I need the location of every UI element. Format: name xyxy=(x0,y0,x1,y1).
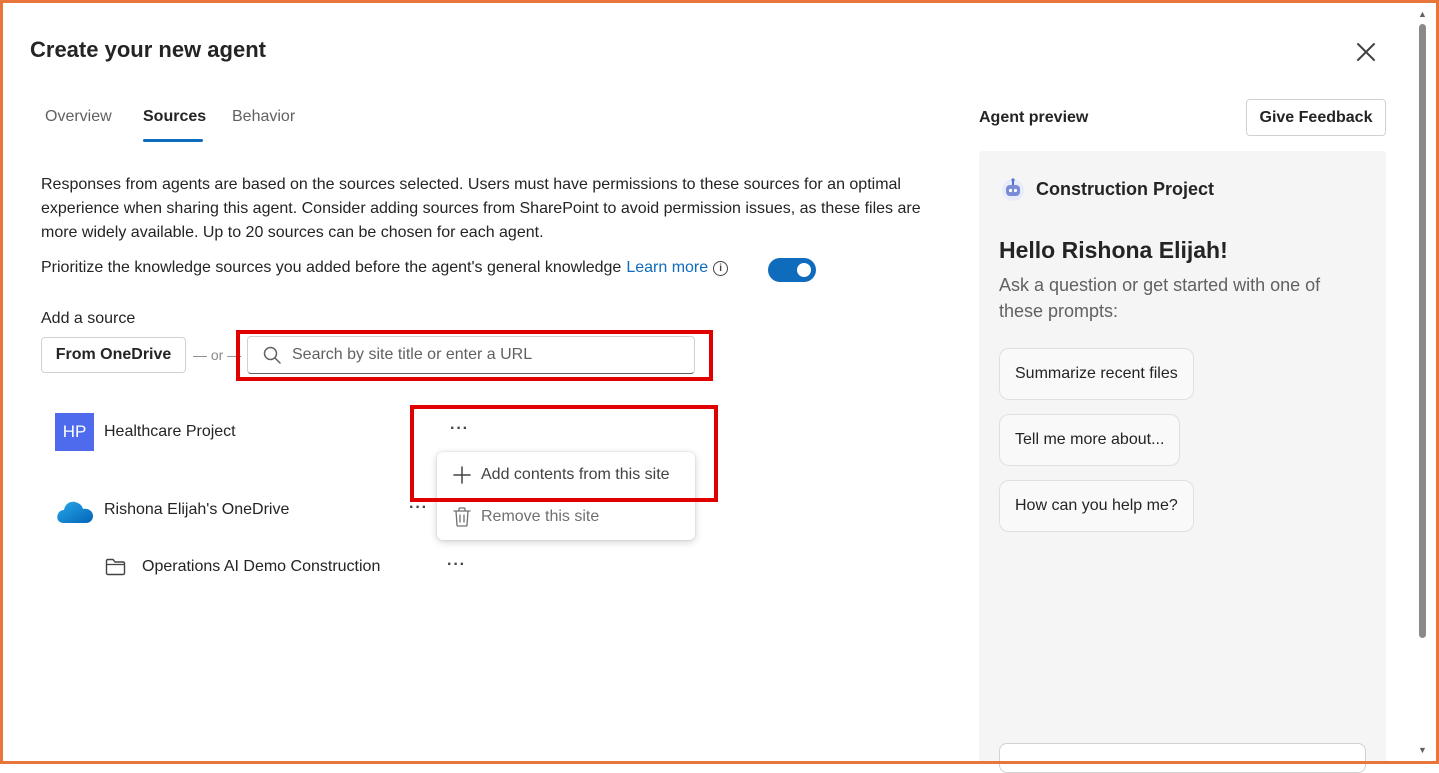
prompt-suggestion[interactable]: How can you help me? xyxy=(999,480,1194,532)
tab-sources[interactable]: Sources xyxy=(143,108,206,126)
add-source-label: Add a source xyxy=(41,310,136,327)
more-options-icon[interactable]: ··· xyxy=(447,556,466,574)
remove-site-label: Remove this site xyxy=(481,508,600,525)
more-options-icon[interactable]: ··· xyxy=(409,499,428,517)
from-onedrive-button[interactable]: From OneDrive xyxy=(41,337,186,373)
tab-overview[interactable]: Overview xyxy=(45,108,112,126)
sharepoint-site-icon: HP xyxy=(55,413,94,451)
agent-preview-title: Agent preview xyxy=(979,109,1089,126)
add-contents-menu-item[interactable]: Add contents from this site xyxy=(453,466,670,484)
toggle-knob xyxy=(797,263,811,277)
trash-icon xyxy=(453,507,471,527)
chat-input-box[interactable] xyxy=(999,743,1366,773)
more-options-icon[interactable]: ··· xyxy=(450,420,469,438)
plus-icon xyxy=(453,466,471,484)
tab-active-indicator xyxy=(143,139,203,142)
site-context-menu: Add contents from this site Remove this … xyxy=(437,452,695,540)
source-item-folder[interactable]: Operations AI Demo Construction xyxy=(142,558,380,576)
scroll-down-arrow-icon[interactable]: ▼ xyxy=(1418,745,1427,755)
search-input[interactable] xyxy=(290,345,674,365)
agent-bot-icon xyxy=(1000,176,1026,207)
prompt-suggestion[interactable]: Summarize recent files xyxy=(999,348,1194,400)
dialog-title: Create your new agent xyxy=(30,37,266,62)
prioritize-toggle[interactable] xyxy=(768,258,816,282)
scroll-up-arrow-icon[interactable]: ▲ xyxy=(1418,9,1427,19)
info-icon[interactable]: i xyxy=(713,260,729,276)
greeting-subtext: Ask a question or get started with one o… xyxy=(999,275,1321,321)
sources-description: Responses from agents are based on the s… xyxy=(41,176,921,241)
source-item-healthcare-project[interactable]: Healthcare Project xyxy=(104,423,236,441)
prioritize-row: Prioritize the knowledge sources you add… xyxy=(41,259,729,277)
greeting-heading: Hello Rishona Elijah! xyxy=(999,237,1228,263)
folder-icon xyxy=(105,558,126,581)
prompt-suggestion[interactable]: Tell me more about... xyxy=(999,414,1181,466)
give-feedback-button[interactable]: Give Feedback xyxy=(1246,99,1386,136)
tab-behavior[interactable]: Behavior xyxy=(232,108,295,126)
onedrive-cloud-icon xyxy=(55,496,95,531)
learn-more-link[interactable]: Learn more xyxy=(626,259,708,277)
close-button[interactable] xyxy=(1354,40,1378,64)
search-icon xyxy=(263,346,281,364)
add-contents-label: Add contents from this site xyxy=(481,466,670,483)
or-separator: — or — xyxy=(193,347,242,363)
close-icon xyxy=(1357,43,1375,61)
site-search-box[interactable] xyxy=(247,336,695,374)
scrollbar-thumb[interactable] xyxy=(1419,24,1426,638)
source-item-onedrive[interactable]: Rishona Elijah's OneDrive xyxy=(104,501,289,519)
agent-name: Construction Project xyxy=(1036,179,1215,199)
remove-site-menu-item[interactable]: Remove this site xyxy=(453,507,599,527)
prioritize-label: Prioritize the knowledge sources you add… xyxy=(41,259,622,276)
